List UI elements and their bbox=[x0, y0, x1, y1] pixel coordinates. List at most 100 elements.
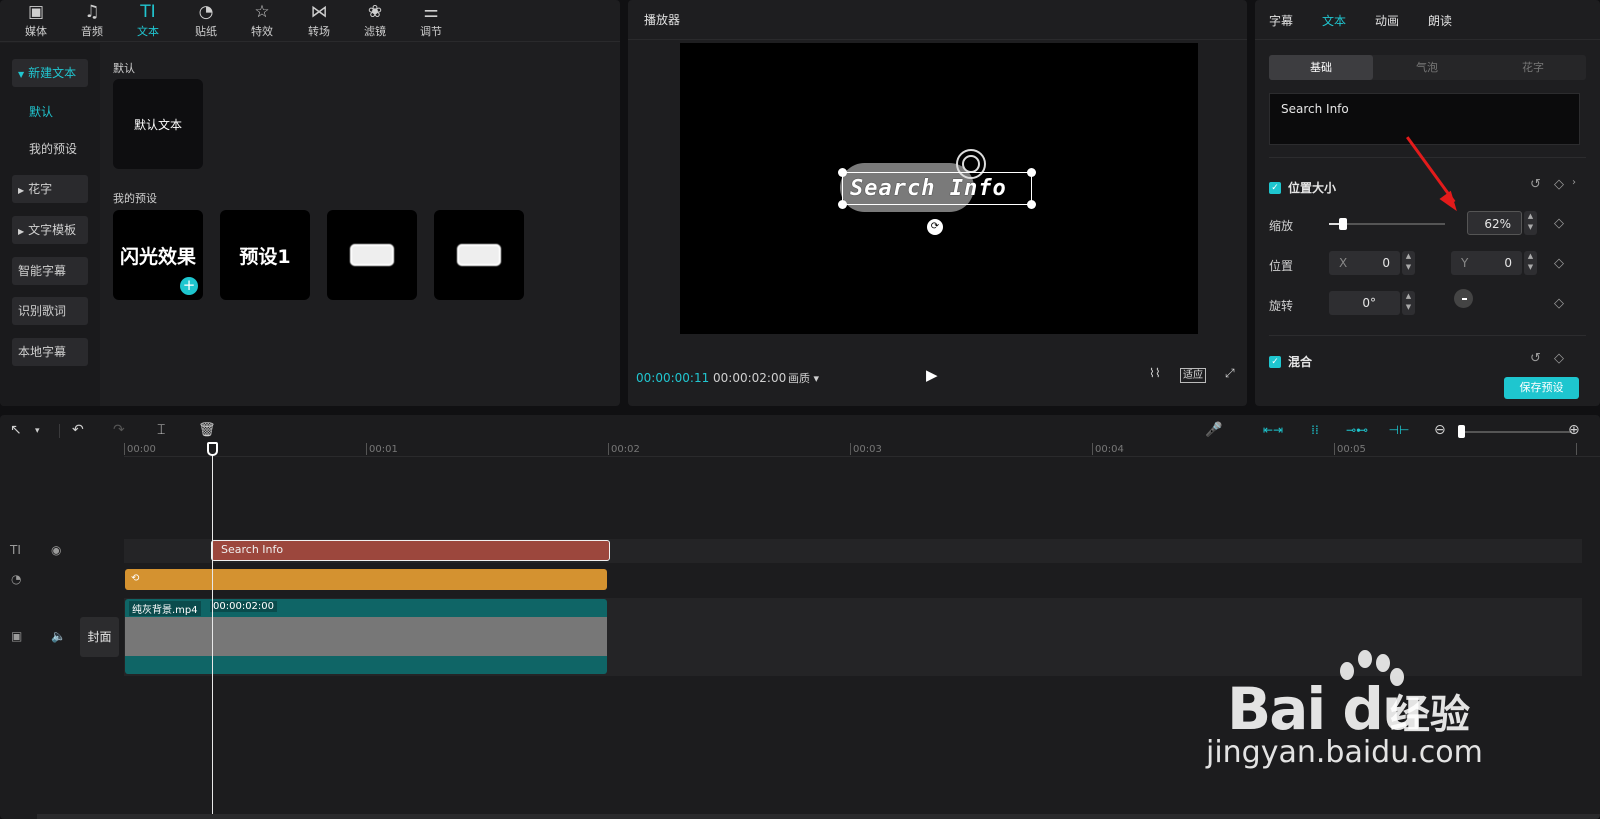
sidebar-item-text-templates[interactable]: ▶ 文字模板 bbox=[12, 216, 88, 244]
position-y-stepper[interactable]: ▲ ▼ bbox=[1524, 251, 1537, 275]
ruler-label: 00:04 bbox=[1095, 444, 1124, 455]
reset-icon[interactable]: ↺ bbox=[1530, 177, 1541, 192]
tab-text[interactable]: 文本 bbox=[1322, 12, 1346, 29]
fullscreen-icon[interactable]: ⤢ bbox=[1225, 366, 1235, 381]
blend-section[interactable]: ✓ 混合 bbox=[1269, 353, 1312, 370]
main-track-magnet-icon[interactable]: ⇤⇥ bbox=[1261, 420, 1285, 440]
rotation-dial[interactable] bbox=[1454, 289, 1473, 308]
quality-dropdown[interactable]: 画质 ▾ bbox=[788, 370, 819, 386]
preset-card-4[interactable] bbox=[434, 210, 524, 300]
keyframe-diamond-icon[interactable]: ◇ bbox=[1554, 296, 1564, 311]
fit-ratio-button[interactable]: 适应 bbox=[1180, 368, 1206, 383]
sidebar-item-fancy-text[interactable]: ▶ 花字 bbox=[12, 175, 88, 203]
preset-card-flash[interactable]: 闪光效果 + bbox=[113, 210, 203, 300]
position-size-section[interactable]: ✓ 位置大小 bbox=[1269, 179, 1336, 196]
paw-logo bbox=[1376, 654, 1390, 672]
scale-slider-knob[interactable] bbox=[1338, 218, 1347, 230]
tab-animation[interactable]: 动画 bbox=[1375, 12, 1399, 29]
sidebar-item-lyrics[interactable]: 识别歌词 bbox=[12, 297, 88, 325]
resize-handle[interactable] bbox=[838, 200, 847, 209]
scale-label: 缩放 bbox=[1269, 219, 1294, 233]
preset-card-3[interactable] bbox=[327, 210, 417, 300]
text-icon: TI bbox=[140, 2, 156, 22]
preset-card-1[interactable]: 预设1 bbox=[220, 210, 310, 300]
eye-icon[interactable]: ◉ bbox=[51, 543, 61, 557]
waveform-icon[interactable]: ⌇⌇ bbox=[1149, 366, 1161, 380]
keyframe-diamond-icon[interactable]: ◇ bbox=[1554, 256, 1564, 271]
divider bbox=[59, 424, 60, 438]
keyframe-diamond-icon[interactable]: ◇ bbox=[1554, 177, 1564, 192]
playhead-handle[interactable] bbox=[207, 442, 218, 456]
baidu-jingyan-watermark: Bai du 经验 jingyan.baidu.com bbox=[1200, 640, 1500, 790]
play-button[interactable]: ▶ bbox=[926, 366, 938, 384]
undo-icon[interactable]: ↶ bbox=[72, 422, 84, 438]
scale-value-field[interactable]: 62% bbox=[1467, 211, 1522, 235]
redo-icon[interactable]: ↷ bbox=[113, 422, 125, 438]
tab-text[interactable]: TI 文本 bbox=[120, 0, 176, 42]
tab-adjust[interactable]: ⚌ 调节 bbox=[403, 0, 459, 42]
checkbox-checked-icon[interactable]: ✓ bbox=[1269, 355, 1281, 368]
position-y-field[interactable]: Y0 bbox=[1451, 251, 1522, 275]
tab-audio[interactable]: ♫ 音频 bbox=[64, 0, 120, 42]
chevron-down-icon[interactable]: ▾ bbox=[35, 426, 40, 436]
zoom-out-icon[interactable]: ⊖ bbox=[1434, 422, 1446, 438]
resize-handle[interactable] bbox=[1027, 168, 1036, 177]
split-icon[interactable]: ⌶ bbox=[157, 422, 165, 438]
tab-transition[interactable]: ⋈ 转场 bbox=[291, 0, 347, 42]
checkbox-checked-icon[interactable]: ✓ bbox=[1269, 181, 1281, 194]
resize-handle[interactable] bbox=[1027, 200, 1036, 209]
position-x-stepper[interactable]: ▲ ▼ bbox=[1402, 251, 1415, 275]
zoom-in-icon[interactable]: ⊕ bbox=[1568, 422, 1580, 438]
microphone-icon[interactable]: 🎤 bbox=[1205, 422, 1222, 438]
default-text-card[interactable]: 默认文本 bbox=[113, 79, 203, 169]
zoom-slider[interactable] bbox=[1460, 431, 1572, 433]
ruler-tick bbox=[366, 443, 367, 455]
tab-sticker[interactable]: ◔ 贴纸 bbox=[178, 0, 234, 42]
tab-read-aloud[interactable]: 朗读 bbox=[1428, 12, 1452, 29]
tab-captions[interactable]: 字幕 bbox=[1269, 12, 1293, 29]
video-clip[interactable]: 纯灰背景.mp4 00:00:02:00 bbox=[125, 599, 607, 674]
segment-fancy[interactable]: 花字 bbox=[1481, 55, 1585, 80]
scale-stepper[interactable]: ▲ ▼ bbox=[1524, 211, 1537, 235]
sticker-clip-icon: ⟲ bbox=[131, 573, 140, 584]
timeline-scrollbar[interactable] bbox=[37, 814, 1600, 819]
sidebar-item-new-text[interactable]: ▼ 新建文本 bbox=[12, 59, 88, 87]
preview-canvas[interactable]: Search Info ⟳ bbox=[680, 43, 1198, 334]
sidebar-item-default[interactable]: 默认 bbox=[12, 98, 88, 126]
rotate-stepper[interactable]: ▲ ▼ bbox=[1402, 291, 1415, 315]
text-content-field[interactable]: Search Info bbox=[1269, 93, 1580, 145]
save-preset-button[interactable]: 保存预设 bbox=[1504, 377, 1579, 399]
tab-filter[interactable]: ❀ 滤镜 bbox=[347, 0, 403, 42]
segment-bubble[interactable]: 气泡 bbox=[1375, 55, 1479, 80]
segment-basic[interactable]: 基础 bbox=[1269, 55, 1373, 80]
ruler-label: 00:05 bbox=[1337, 444, 1366, 455]
reset-icon[interactable]: ↺ bbox=[1530, 351, 1541, 366]
volume-icon[interactable]: 🔈 bbox=[51, 629, 66, 643]
tab-effects[interactable]: ☆ 特效 bbox=[234, 0, 290, 42]
cover-button[interactable]: 封面 bbox=[80, 617, 119, 657]
playhead-line[interactable] bbox=[212, 445, 213, 819]
select-tool-icon[interactable]: ↖ bbox=[10, 422, 22, 438]
tab-media[interactable]: ▣ 媒体 bbox=[8, 0, 64, 42]
ruler-label: 00:02 bbox=[611, 444, 640, 455]
text-clip[interactable]: Search Info bbox=[211, 540, 610, 561]
time-ruler[interactable]: 00:00 00:01 00:02 00:03 00:04 00:05 bbox=[124, 443, 1600, 457]
ruler-tick bbox=[1334, 443, 1335, 455]
auto-snap-icon[interactable]: ⁞⁞ bbox=[1303, 420, 1327, 440]
delete-icon[interactable]: 🗑 bbox=[198, 422, 216, 438]
zoom-slider-knob[interactable] bbox=[1458, 425, 1465, 438]
sidebar-item-my-presets[interactable]: 我的预设 bbox=[12, 135, 88, 163]
rotate-handle-icon[interactable]: ⟳ bbox=[927, 219, 943, 235]
keyframe-diamond-icon[interactable]: ◇ bbox=[1554, 216, 1564, 231]
keyframe-diamond-icon[interactable]: ◇ bbox=[1554, 351, 1564, 366]
scale-slider[interactable] bbox=[1329, 218, 1445, 230]
rotate-field[interactable]: 0° bbox=[1329, 291, 1400, 315]
position-x-field[interactable]: X0 bbox=[1329, 251, 1400, 275]
sticker-clip[interactable]: ⟲ bbox=[125, 569, 607, 590]
add-icon[interactable]: + bbox=[180, 277, 198, 295]
sidebar-item-smart-captions[interactable]: 智能字幕 bbox=[12, 257, 88, 285]
sidebar-item-local-captions[interactable]: 本地字幕 bbox=[12, 338, 88, 366]
preview-axis-icon[interactable]: ⊣⊢ bbox=[1387, 420, 1411, 440]
resize-handle[interactable] bbox=[838, 168, 847, 177]
linkage-icon[interactable]: ⊸⊷ bbox=[1345, 420, 1369, 440]
